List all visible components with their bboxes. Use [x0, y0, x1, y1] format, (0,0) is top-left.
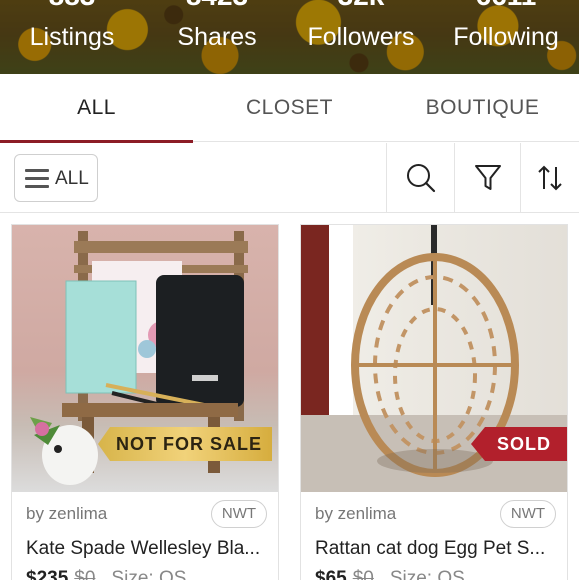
- hamburger-icon: [25, 169, 49, 189]
- price: $235: [26, 568, 69, 580]
- filter-bar: ALL: [0, 143, 579, 213]
- not-for-sale-badge: NOT FOR SALE: [98, 427, 272, 461]
- stat-value: 6611: [434, 0, 578, 10]
- condition-badge: NWT: [500, 500, 556, 528]
- search-button[interactable]: [386, 143, 454, 213]
- stat-value: 8423: [145, 0, 289, 10]
- listing-title[interactable]: Kate Spade Wellesley Bla...: [26, 538, 272, 560]
- stat-listings[interactable]: 883 Listings: [0, 0, 144, 74]
- listing-card[interactable]: NOT FOR SALE by zenlima NWT Kate Spade W…: [11, 224, 279, 580]
- filter-icon: [474, 165, 501, 190]
- listing-title[interactable]: Rattan cat dog Egg Pet S...: [315, 538, 561, 560]
- listing-meta: by zenlima NWT Rattan cat dog Egg Pet S.…: [301, 492, 567, 580]
- price-row: $235 $0 Size: OS: [26, 568, 186, 580]
- seller-byline[interactable]: by zenlima: [315, 504, 396, 524]
- stat-following[interactable]: 6611 Following: [434, 0, 578, 74]
- sort-icon: [538, 165, 562, 191]
- closet-stats-banner: 883 Listings 8423 Shares 32k Followers 6…: [0, 0, 579, 74]
- tab-all[interactable]: ALL: [0, 74, 193, 143]
- stat-shares[interactable]: 8423 Shares: [145, 0, 289, 74]
- stat-followers[interactable]: 32k Followers: [289, 0, 433, 74]
- search-icon: [406, 164, 435, 193]
- size-label: Size: OS: [389, 568, 465, 580]
- sold-badge: SOLD: [471, 427, 567, 461]
- listing-meta: by zenlima NWT Kate Spade Wellesley Bla.…: [12, 492, 278, 580]
- stat-label: Following: [453, 23, 559, 51]
- filter-button[interactable]: [454, 143, 520, 213]
- listing-image[interactable]: SOLD: [301, 225, 567, 492]
- listing-image[interactable]: NOT FOR SALE: [12, 225, 278, 492]
- tab-boutique[interactable]: BOUTIQUE: [386, 74, 579, 142]
- size-label: Size: OS: [111, 568, 187, 580]
- category-all-button[interactable]: ALL: [14, 154, 98, 202]
- original-price: $0: [352, 568, 374, 580]
- tab-closet[interactable]: CLOSET: [193, 74, 386, 142]
- stat-label: Listings: [29, 23, 115, 51]
- stat-value: 32k: [289, 0, 433, 10]
- stat-value: 883: [0, 0, 144, 10]
- closet-tabs: ALL CLOSET BOUTIQUE: [0, 74, 579, 143]
- original-price: $0: [74, 568, 96, 580]
- condition-badge: NWT: [211, 500, 267, 528]
- stat-label: Followers: [307, 23, 415, 51]
- seller-byline[interactable]: by zenlima: [26, 504, 107, 524]
- price: $65: [315, 568, 347, 580]
- sort-button[interactable]: [520, 143, 579, 213]
- listing-card[interactable]: SOLD by zenlima NWT Rattan cat dog Egg P…: [300, 224, 568, 580]
- price-row: $65 $0 Size: OS: [315, 568, 465, 580]
- stat-label: Shares: [177, 23, 257, 51]
- category-all-label: ALL: [55, 168, 89, 189]
